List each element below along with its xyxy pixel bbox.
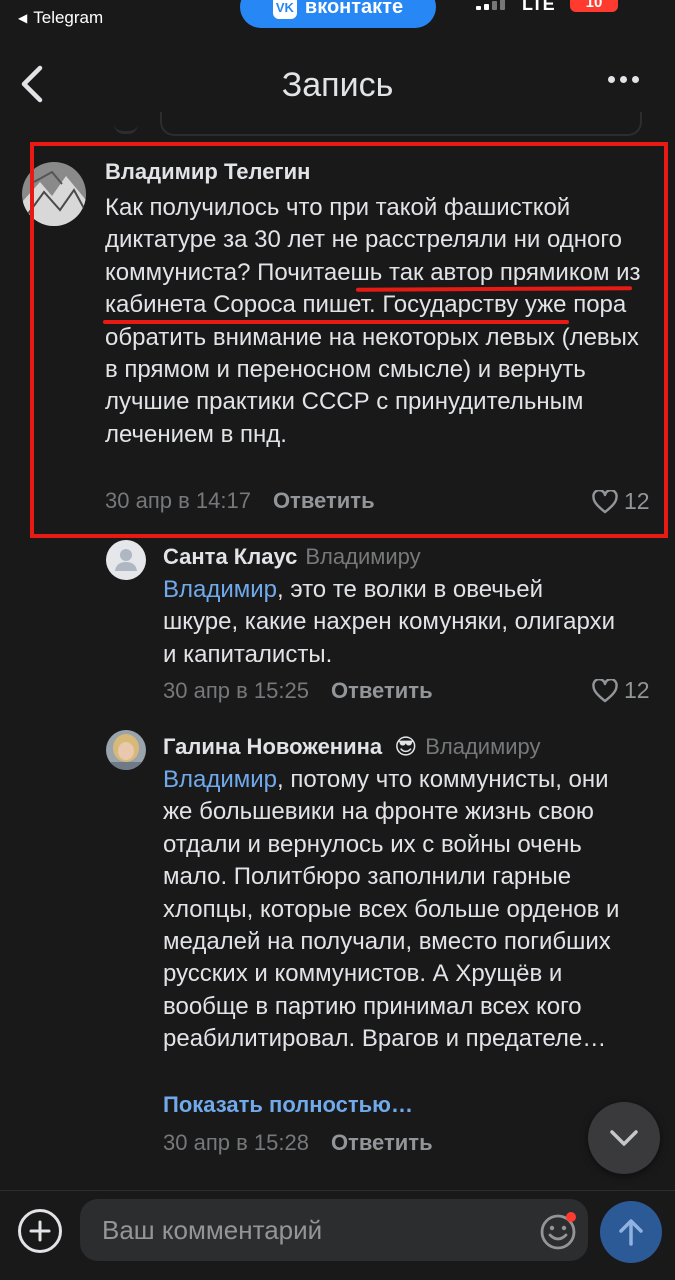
smile-icon xyxy=(540,1212,576,1250)
back-app-label: Telegram xyxy=(33,8,104,27)
comment-date: 30 апр в 15:28 xyxy=(163,1130,309,1155)
default-avatar-icon xyxy=(115,549,137,571)
comment-input[interactable] xyxy=(102,1199,532,1261)
emoji-button[interactable] xyxy=(538,1211,578,1251)
comment-meta: 30 апр в 15:28 Ответить xyxy=(163,1130,433,1156)
annotation-underline xyxy=(103,320,569,324)
comment-author: Санта Клаус Владимиру xyxy=(163,544,421,570)
reply-button[interactable]: Ответить xyxy=(331,1130,433,1156)
comment-author: Галина Новоженина 😎 Владимиру xyxy=(163,734,540,760)
arrow-up-icon xyxy=(619,1219,643,1246)
vk-pill-label: вконтакте xyxy=(304,0,404,18)
send-button[interactable] xyxy=(600,1201,662,1263)
chevron-down-icon xyxy=(610,1130,638,1146)
author-name[interactable]: Галина Новоженина xyxy=(163,734,382,759)
comment-date: 30 апр в 15:25 xyxy=(163,678,309,703)
like-button[interactable]: 12 xyxy=(592,677,650,704)
sunglasses-emoji-icon: 😎 xyxy=(394,734,418,759)
comment-text: Владимир, это те волки в овечьей шкуре, … xyxy=(163,574,623,671)
like-count: 12 xyxy=(624,677,650,703)
avatar-photo-icon xyxy=(106,730,146,770)
status-bar: ◀ Telegram VK вконтакте LTE 10 xyxy=(0,0,675,40)
previous-avatar-edge xyxy=(114,124,138,134)
reply-to-label[interactable]: Владимиру xyxy=(425,734,540,759)
avatar[interactable] xyxy=(106,730,146,770)
cellular-signal-icon xyxy=(476,0,505,10)
more-options-icon[interactable] xyxy=(608,76,639,83)
scroll-down-button[interactable] xyxy=(588,1102,660,1174)
annotation-highlight-box xyxy=(30,142,668,538)
page-title: Запись xyxy=(281,66,394,104)
battery-icon: 10 xyxy=(570,0,618,12)
back-triangle-icon: ◀ xyxy=(18,11,28,25)
previous-comment-edge xyxy=(160,112,642,136)
comment-composer xyxy=(0,1190,675,1280)
vk-app-pill[interactable]: VK вконтакте xyxy=(240,0,436,28)
comment-text: Владимир, потому что коммунисты, они же … xyxy=(163,764,643,1056)
heart-icon xyxy=(592,678,618,702)
mention-link[interactable]: Владимир xyxy=(163,576,277,603)
plus-icon xyxy=(29,1220,51,1242)
comment-input-wrapper xyxy=(80,1199,588,1261)
show-more-link[interactable]: Показать полностью… xyxy=(163,1092,413,1118)
network-type: LTE xyxy=(522,0,555,14)
avatar[interactable] xyxy=(106,540,146,580)
battery-level: 10 xyxy=(585,0,603,11)
reply-button[interactable]: Ответить xyxy=(331,678,433,704)
attach-button[interactable] xyxy=(18,1209,62,1253)
back-to-app-link[interactable]: ◀ Telegram xyxy=(18,8,103,28)
reply-galina-novozhenina: Галина Новоженина 😎 Владимиру Владимир, п… xyxy=(0,728,675,1168)
reply-to-label[interactable]: Владимиру xyxy=(305,544,420,569)
mention-link[interactable]: Владимир xyxy=(163,766,277,793)
author-name[interactable]: Санта Клаус xyxy=(163,544,297,569)
comment-text-part: , потому что коммунисты, они же большеви… xyxy=(163,766,620,1053)
comment-meta: 30 апр в 15:25 Ответить xyxy=(163,678,433,704)
reply-santa-klaus: Санта Клаус Владимиру Владимир, это те во… xyxy=(0,538,675,718)
vk-logo-icon: VK xyxy=(272,0,297,19)
